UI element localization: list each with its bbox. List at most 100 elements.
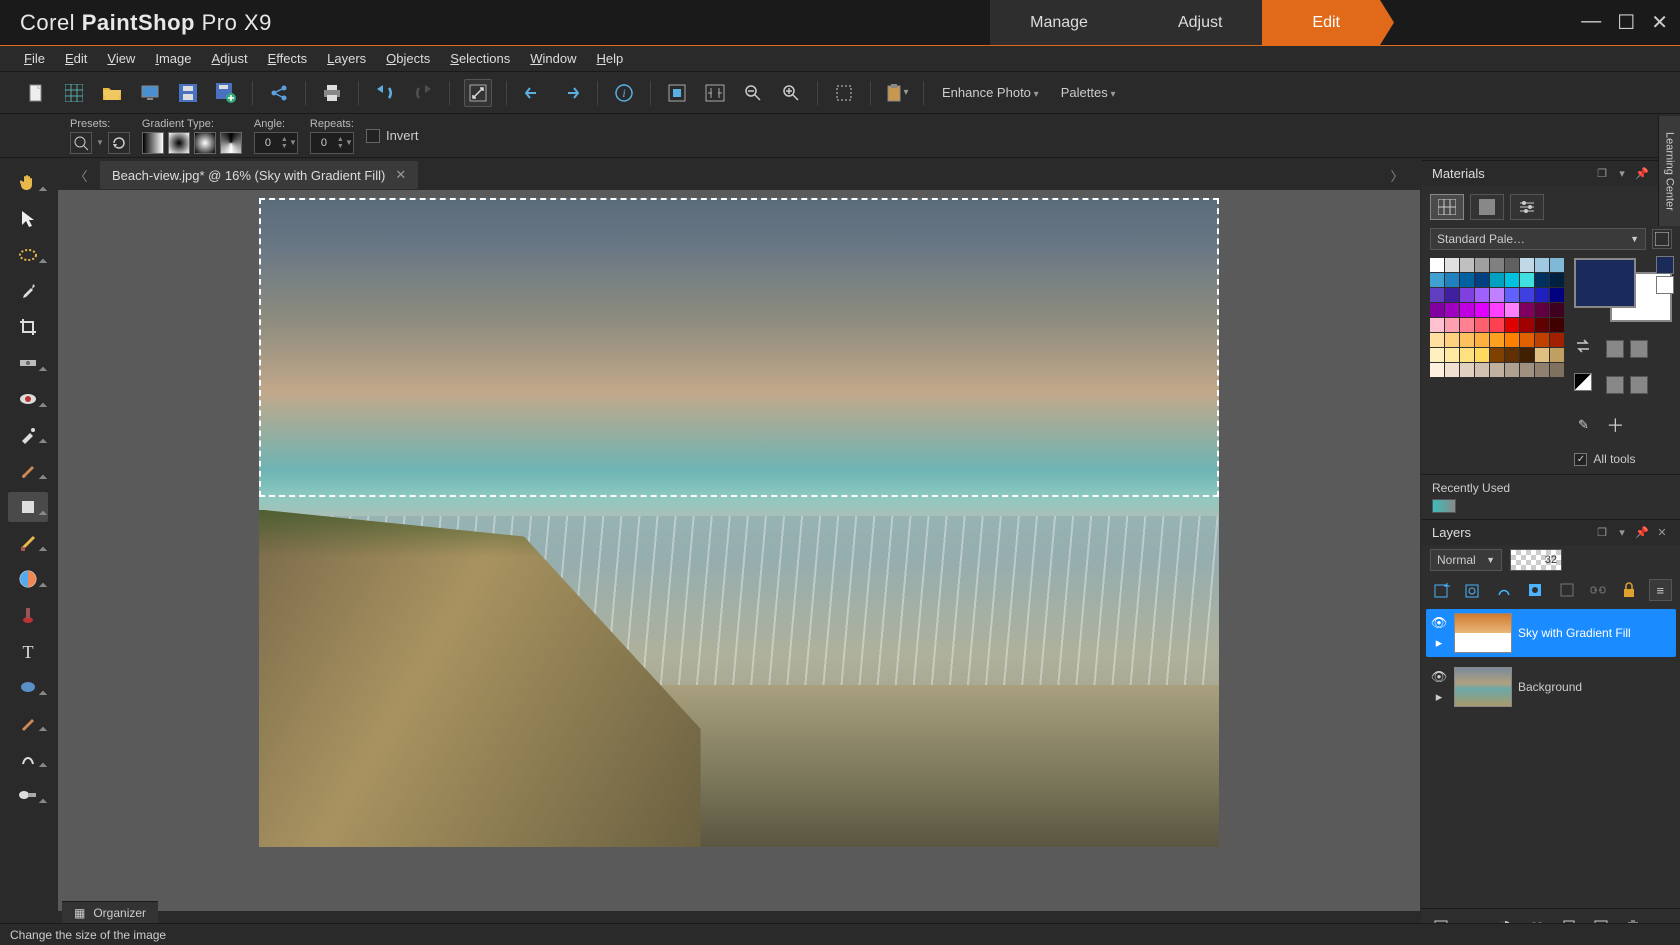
color-swatch[interactable] bbox=[1445, 273, 1459, 287]
red-eye-tool[interactable] bbox=[8, 384, 48, 414]
color-swatch[interactable] bbox=[1535, 348, 1549, 362]
zoom-in-icon[interactable] bbox=[779, 81, 803, 105]
color-swatch[interactable] bbox=[1460, 348, 1474, 362]
color-swatch[interactable] bbox=[1550, 333, 1564, 347]
color-swatch[interactable] bbox=[1505, 363, 1519, 377]
doc-tab-prev[interactable]: 〈 bbox=[70, 164, 92, 186]
add-material-icon[interactable]: ＋ bbox=[1606, 416, 1624, 434]
menu-window[interactable]: Window bbox=[530, 51, 576, 66]
warp-tool[interactable] bbox=[8, 744, 48, 774]
preset-picker[interactable] bbox=[70, 132, 92, 154]
color-swatch[interactable] bbox=[1445, 303, 1459, 317]
repeats-stepper-arrows[interactable]: ▲▼ bbox=[337, 136, 345, 150]
color-swatch[interactable] bbox=[1445, 258, 1459, 272]
layer-row-gradient[interactable]: 👁 ▸ Sky with Gradient Fill bbox=[1426, 609, 1676, 657]
menu-adjust[interactable]: Adjust bbox=[211, 51, 247, 66]
angle-input[interactable] bbox=[255, 137, 281, 149]
save-as-icon[interactable] bbox=[214, 81, 238, 105]
color-swatch[interactable] bbox=[1475, 333, 1489, 347]
blend-mode-selector[interactable]: Normal▼ bbox=[1430, 549, 1502, 571]
panel-undock-icon[interactable]: ❐ bbox=[1594, 167, 1610, 180]
color-swatch[interactable] bbox=[1475, 318, 1489, 332]
organizer-tab[interactable]: ▦ Organizer bbox=[62, 901, 158, 923]
crop-tool[interactable] bbox=[8, 312, 48, 342]
text-tool[interactable]: T bbox=[8, 636, 48, 666]
oil-brush-tool[interactable] bbox=[8, 780, 48, 810]
color-swatch[interactable] bbox=[1430, 348, 1444, 362]
color-swatch[interactable] bbox=[1505, 273, 1519, 287]
palette-options-icon[interactable] bbox=[1652, 229, 1672, 249]
color-swatch[interactable] bbox=[1520, 303, 1534, 317]
menu-view[interactable]: View bbox=[107, 51, 135, 66]
menu-image[interactable]: Image bbox=[155, 51, 191, 66]
layer-thumbnail[interactable] bbox=[1454, 613, 1512, 653]
document-tab[interactable]: Beach-view.jpg* @ 16% (Sky with Gradient… bbox=[100, 161, 418, 189]
color-swatch[interactable] bbox=[1460, 363, 1474, 377]
color-swatch[interactable] bbox=[1535, 363, 1549, 377]
color-swatch[interactable] bbox=[1460, 288, 1474, 302]
color-swatch[interactable] bbox=[1430, 273, 1444, 287]
color-swatch[interactable] bbox=[1460, 258, 1474, 272]
color-swatch[interactable] bbox=[1520, 333, 1534, 347]
color-swatch[interactable] bbox=[1460, 333, 1474, 347]
workspace-tab-manage[interactable]: Manage bbox=[990, 0, 1128, 45]
color-swatch[interactable] bbox=[1520, 348, 1534, 362]
menu-objects[interactable]: Objects bbox=[386, 51, 430, 66]
style-swatch-b[interactable] bbox=[1630, 340, 1648, 358]
color-swatch[interactable] bbox=[1550, 363, 1564, 377]
default-colors-icon[interactable] bbox=[1574, 373, 1592, 391]
style-swatch-a[interactable] bbox=[1606, 340, 1624, 358]
color-swatch[interactable] bbox=[1505, 258, 1519, 272]
gradient-radial-icon[interactable] bbox=[220, 132, 242, 154]
panel-pin-icon[interactable]: 📌 bbox=[1634, 526, 1650, 539]
color-swatch[interactable] bbox=[1520, 318, 1534, 332]
canvas-viewport[interactable] bbox=[58, 190, 1420, 911]
repeats-dropdown[interactable]: ▼ bbox=[345, 138, 353, 147]
info-icon[interactable]: i bbox=[612, 81, 636, 105]
all-tools-checkbox[interactable]: ✓ bbox=[1574, 453, 1587, 466]
print-icon[interactable] bbox=[320, 81, 344, 105]
color-swatch[interactable] bbox=[1490, 363, 1504, 377]
undo-icon[interactable] bbox=[373, 81, 397, 105]
color-swatch[interactable] bbox=[1430, 363, 1444, 377]
shape-tool[interactable] bbox=[8, 672, 48, 702]
color-swatch[interactable] bbox=[1475, 273, 1489, 287]
repeats-spinner[interactable]: ▲▼ ▼ bbox=[310, 132, 354, 154]
layers-panel-header[interactable]: Layers ❐ ▾ 📌 ✕ bbox=[1422, 519, 1680, 545]
color-swatch[interactable] bbox=[1430, 318, 1444, 332]
straighten-tool[interactable] bbox=[8, 348, 48, 378]
screen-icon[interactable] bbox=[138, 81, 162, 105]
close-icon[interactable]: ✕ bbox=[1651, 10, 1668, 35]
paste-dropdown-icon[interactable] bbox=[885, 81, 909, 105]
new-adjustment-layer-icon[interactable] bbox=[1555, 579, 1578, 601]
new-raster-layer-icon[interactable] bbox=[1430, 579, 1453, 601]
color-swatch[interactable] bbox=[1460, 273, 1474, 287]
menu-selections[interactable]: Selections bbox=[450, 51, 510, 66]
resize-icon[interactable] bbox=[464, 79, 492, 107]
style-swatch-d[interactable] bbox=[1630, 376, 1648, 394]
layer-expand-icon[interactable]: ▸ bbox=[1436, 689, 1443, 705]
color-swatch[interactable] bbox=[1535, 288, 1549, 302]
color-swatch[interactable] bbox=[1550, 318, 1564, 332]
reset-preset-icon[interactable] bbox=[108, 132, 130, 154]
bg-mini-swatch[interactable] bbox=[1656, 276, 1674, 294]
color-swatch[interactable] bbox=[1535, 333, 1549, 347]
makeover-tool[interactable] bbox=[8, 420, 48, 450]
redo-arrow-icon[interactable] bbox=[559, 81, 583, 105]
style-swatch-c[interactable] bbox=[1606, 376, 1624, 394]
open-folder-icon[interactable] bbox=[100, 81, 124, 105]
color-swatch[interactable] bbox=[1505, 288, 1519, 302]
edit-material-icon[interactable]: ✎ bbox=[1574, 416, 1592, 434]
color-swatch[interactable] bbox=[1430, 258, 1444, 272]
color-swatch[interactable] bbox=[1550, 288, 1564, 302]
layer-visibility-icon[interactable]: 👁 bbox=[1431, 615, 1448, 631]
layer-opacity-field[interactable]: 32 bbox=[1510, 549, 1562, 571]
panel-menu-icon[interactable]: ▾ bbox=[1614, 526, 1630, 539]
angle-spinner[interactable]: ▲▼ ▼ bbox=[254, 132, 298, 154]
color-swatch[interactable] bbox=[1550, 273, 1564, 287]
paint-brush-tool[interactable] bbox=[8, 456, 48, 486]
color-swatch[interactable] bbox=[1460, 303, 1474, 317]
minimize-icon[interactable]: — bbox=[1581, 10, 1601, 35]
color-replacer-tool[interactable] bbox=[8, 564, 48, 594]
menu-layers[interactable]: Layers bbox=[327, 51, 366, 66]
